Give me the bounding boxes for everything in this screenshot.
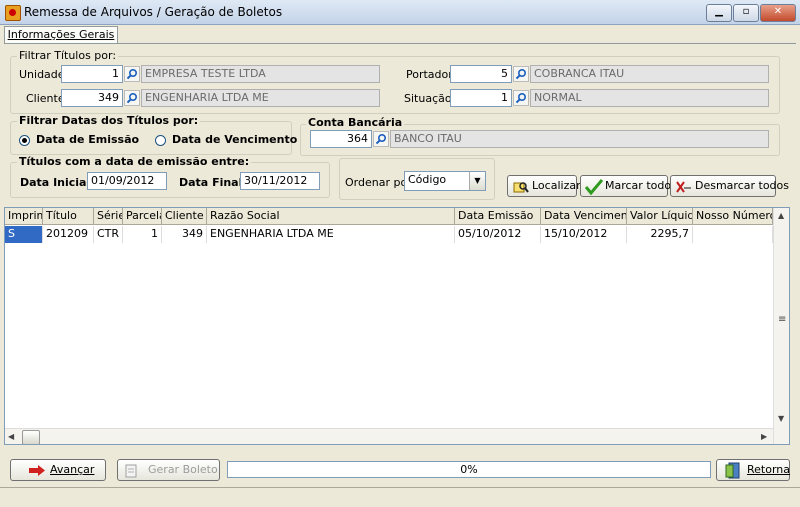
column-header-razao-social[interactable]: Razão Social [207, 208, 455, 225]
conta-name-field: BANCO ITAU [390, 130, 769, 148]
search-icon [515, 92, 527, 104]
minimize-button[interactable]: ▁ [706, 4, 732, 22]
tab-label: Informações Gerais [7, 28, 115, 41]
portador-name-field: COBRANCA ITAU [530, 65, 769, 83]
cell-imprimir[interactable]: S [5, 226, 43, 243]
column-header-imprimir[interactable]: Imprimir [5, 208, 43, 225]
marcar-todos-button[interactable]: Marcar todos [580, 175, 677, 197]
radio-data-vencimento-label: Data de Vencimento [172, 133, 298, 146]
retorna-button[interactable]: Retorna [716, 459, 790, 481]
portador-label: Portador [406, 68, 453, 81]
avancar-button[interactable]: Avançar [10, 459, 106, 481]
data-inicial-label: Data Inicial [20, 176, 91, 189]
uncheck-icon [676, 181, 691, 193]
radio-data-emissao[interactable] [19, 135, 30, 146]
conta-code-input[interactable]: 364 [310, 130, 372, 148]
title-bar: Remessa de Arquivos / Geração de Boletos… [0, 0, 800, 25]
check-icon [585, 179, 603, 195]
titles-table[interactable]: Imprimir Título Série Parcela Cliente Ra… [4, 207, 790, 445]
search-icon [515, 68, 527, 80]
arrow-right-icon [29, 465, 45, 476]
column-header-titulo[interactable]: Título [43, 208, 94, 225]
column-header-cliente[interactable]: Cliente [162, 208, 207, 225]
radio-data-vencimento[interactable] [155, 135, 166, 146]
scroll-down-icon[interactable]: ▼ [778, 414, 784, 423]
tab-informacoes-gerais[interactable]: Informações Gerais [4, 26, 118, 44]
cliente-code-input[interactable]: 349 [61, 89, 123, 107]
scroll-thumb[interactable] [22, 430, 40, 444]
door-exit-icon [725, 462, 740, 479]
app-icon [5, 5, 21, 21]
cliente-name-field: ENGENHARIA LTDA ME [141, 89, 380, 107]
column-header-serie[interactable]: Série [94, 208, 123, 225]
horizontal-scrollbar[interactable]: ◀ ▶ [5, 428, 773, 444]
column-header-nosso-numero[interactable]: Nosso Número [693, 208, 773, 225]
gerar-boleto-label: Gerar Boleto [148, 463, 218, 476]
maximize-button[interactable]: ▫ [733, 4, 759, 22]
order-select[interactable]: Código ▼ [404, 171, 486, 191]
order-select-value: Código [408, 173, 447, 186]
cell-razao-social[interactable]: ENGENHARIA LTDA ME [207, 226, 455, 243]
scroll-up-icon[interactable]: ▲ [778, 211, 784, 220]
unidade-code-input[interactable]: 1 [61, 65, 123, 83]
cell-valor-liquido[interactable]: 2295,7 [627, 226, 693, 243]
tab-panel-border [4, 43, 796, 44]
conta-search-button[interactable] [373, 131, 389, 147]
situacao-code-input[interactable]: 1 [450, 89, 512, 107]
progress-bar: 0% [227, 461, 711, 478]
cell-data-vencimento[interactable]: 15/10/2012 [541, 226, 627, 243]
desmarcar-todos-button[interactable]: Desmarcar todos [670, 175, 789, 197]
column-header-data-emissao[interactable]: Data Emissão [455, 208, 541, 225]
radio-data-emissao-label: Data de Emissão [36, 133, 140, 146]
cliente-label: Cliente [26, 92, 65, 105]
localizar-label: Localizar [532, 179, 581, 192]
column-header-parcela[interactable]: Parcela [123, 208, 162, 225]
find-icon [513, 182, 529, 193]
cliente-search-button[interactable] [124, 90, 140, 106]
column-header-valor-liquido[interactable]: Valor Líquido [627, 208, 693, 225]
situacao-label: Situação [404, 92, 452, 105]
column-header-data-vencimento[interactable]: Data Vencimento [541, 208, 627, 225]
unidade-label: Unidade [19, 68, 65, 81]
filter-legend: Filtrar Títulos por: [17, 49, 119, 62]
situacao-search-button[interactable] [513, 90, 529, 106]
avancar-label: Avançar [50, 463, 95, 476]
cell-data-emissao[interactable]: 05/10/2012 [455, 226, 541, 243]
portador-code-input[interactable]: 5 [450, 65, 512, 83]
conta-legend: Conta Bancária [306, 116, 405, 129]
desmarcar-todos-label: Desmarcar todos [695, 179, 789, 192]
search-icon [126, 92, 138, 104]
marcar-todos-label: Marcar todos [605, 179, 677, 192]
document-icon [125, 464, 137, 478]
scroll-right-icon[interactable]: ▶ [761, 432, 767, 441]
localizar-button[interactable]: Localizar [507, 175, 581, 197]
window-title: Remessa de Arquivos / Geração de Boletos [24, 5, 283, 19]
situacao-name-field: NORMAL [530, 89, 769, 107]
unidade-search-button[interactable] [124, 66, 140, 82]
data-final-input[interactable]: 30/11/2012 [240, 172, 320, 190]
portador-search-button[interactable] [513, 66, 529, 82]
close-button[interactable]: ✕ [760, 4, 796, 22]
data-final-label: Data Final [179, 176, 243, 189]
cell-nosso-numero[interactable] [693, 226, 773, 243]
vertical-scrollbar[interactable]: ▲ ≡ ▼ [773, 208, 789, 444]
retorna-label: Retorna [747, 463, 791, 476]
cell-titulo[interactable]: 201209 [43, 226, 94, 243]
cell-parcela[interactable]: 1 [123, 226, 162, 243]
gerar-boleto-button[interactable]: Gerar Boleto [117, 459, 220, 481]
chevron-down-icon[interactable]: ▼ [469, 172, 485, 190]
date-filter-legend: Filtrar Datas dos Títulos por: [17, 114, 201, 127]
scroll-grip-icon[interactable]: ≡ [778, 314, 786, 325]
cell-serie[interactable]: CTR [94, 226, 123, 243]
status-bar [0, 487, 800, 507]
search-icon [126, 68, 138, 80]
data-inicial-input[interactable]: 01/09/2012 [87, 172, 167, 190]
search-icon [375, 133, 387, 145]
range-legend: Títulos com a data de emissão entre: [17, 155, 252, 168]
unidade-name-field: EMPRESA TESTE LTDA [141, 65, 380, 83]
cell-cliente[interactable]: 349 [162, 226, 207, 243]
scroll-left-icon[interactable]: ◀ [8, 432, 14, 441]
